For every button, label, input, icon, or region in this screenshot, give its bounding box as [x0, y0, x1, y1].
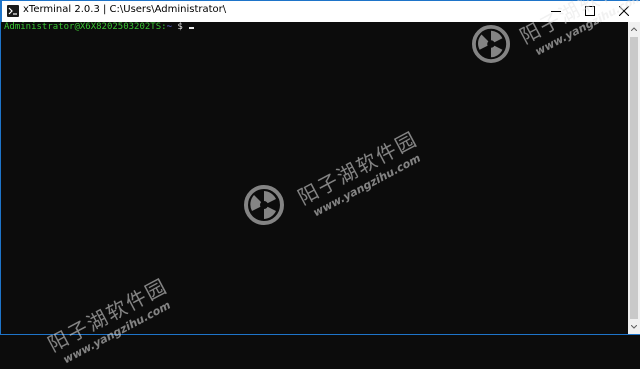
scroll-down-button[interactable]: [628, 320, 640, 334]
prompt-path: ~: [166, 22, 172, 32]
chevron-down-icon: [631, 325, 637, 329]
close-button[interactable]: [607, 1, 640, 22]
window-title: xTerminal 2.0.3 | C:\Users\Administrator…: [23, 4, 227, 15]
close-icon: [619, 6, 629, 16]
prompt-user-host: Administrator@X6X8202503202TS:: [4, 22, 167, 32]
maximize-button[interactable]: [573, 1, 607, 22]
title-bar[interactable]: xTerminal 2.0.3 | C:\Users\Administrator…: [1, 0, 640, 22]
maximize-icon: [585, 6, 595, 16]
prompt-symbol: $: [177, 22, 183, 32]
prompt-line: Administrator@X6X8202503202TS:~ $: [4, 22, 195, 33]
vertical-scrollbar[interactable]: [628, 22, 640, 334]
minimize-button[interactable]: [539, 1, 573, 22]
watermark-logo-icon: [244, 185, 284, 225]
text-cursor: [189, 27, 195, 29]
scroll-up-button[interactable]: [628, 22, 640, 36]
watermark-logo-icon: [472, 25, 510, 63]
scroll-thumb[interactable]: [630, 37, 638, 319]
minimize-icon: [551, 11, 561, 12]
terminal-output[interactable]: Administrator@X6X8202503202TS:~ $: [2, 22, 628, 334]
terminal-prompt-icon: [7, 5, 19, 17]
terminal-window: xTerminal 2.0.3 | C:\Users\Administrator…: [0, 0, 640, 335]
chevron-up-icon: [631, 27, 637, 31]
